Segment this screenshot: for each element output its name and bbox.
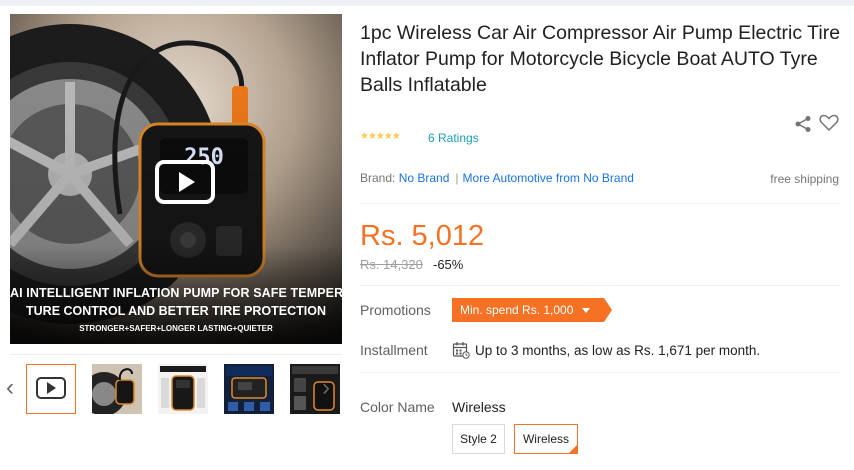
color-option-wireless[interactable]: Wireless (514, 424, 578, 454)
promotions-label: Promotions (360, 302, 431, 318)
divider (360, 285, 840, 286)
color-name-label: Color Name (360, 399, 435, 415)
image-caption-line1: AI INTELLIGENT INFLATION PUMP FOR SAFE T… (10, 286, 342, 300)
divider (360, 372, 840, 373)
installment-label: Installment (360, 342, 428, 358)
image-caption-line3: STRONGER+SAFER+LONGER LASTING+QUIETER (79, 324, 273, 333)
thumbnail-image[interactable] (92, 364, 142, 414)
original-price: Rs. 14,320 (360, 257, 423, 272)
more-from-brand-link[interactable]: More Automotive from No Brand (463, 171, 634, 185)
divider (360, 203, 840, 204)
ratings-link[interactable]: 6 Ratings (428, 131, 479, 145)
chevron-down-icon (582, 308, 590, 313)
brand-separator: | (455, 171, 459, 185)
play-video-button[interactable] (155, 160, 215, 204)
selected-check-corner (569, 445, 577, 453)
thumbnail-next-arrow[interactable]: › (322, 376, 330, 400)
brand-row: Brand: No Brand | More Automotive from No … (360, 171, 634, 185)
video-icon (36, 377, 66, 399)
thumbnail-picture (290, 364, 340, 414)
play-icon (179, 172, 195, 192)
share-icon[interactable] (794, 115, 812, 133)
product-title: 1pc Wireless Car Air Compressor Air Pump… (360, 22, 841, 96)
thumbnail-image[interactable] (158, 364, 208, 414)
shipping-info: free shipping (770, 172, 839, 186)
color-option-style-2[interactable]: Style 2 (452, 424, 505, 454)
thumbnail-prev-arrow[interactable]: ‹ (6, 376, 14, 400)
thumbnail-image[interactable] (290, 364, 340, 414)
rating-stars: ★★★★★ (360, 131, 401, 142)
brand-link[interactable]: No Brand (399, 171, 450, 185)
thumbnail-picture (224, 364, 274, 414)
main-product-image[interactable]: 250 AI INTELLIGENT INFLATION PUMP FOR SA… (10, 14, 342, 344)
top-bar (0, 0, 854, 6)
thumbnail-picture (92, 364, 142, 414)
promotion-badge-text: Min. spend Rs. 1,000 (460, 303, 574, 317)
discount-percent: -65% (433, 257, 464, 272)
current-price: Rs. 5,012 (360, 220, 485, 252)
color-option-label: Wireless (522, 432, 569, 446)
selected-color-value: Wireless (452, 399, 506, 415)
calendar-icon (452, 342, 470, 359)
promotion-badge[interactable]: Min. spend Rs. 1,000 (452, 298, 612, 322)
image-caption-line2: TURE CONTROL AND BETTER TIRE PROTECTION (26, 304, 326, 318)
heart-icon[interactable] (819, 114, 839, 132)
gallery-divider (10, 354, 342, 355)
brand-label: Brand: (360, 171, 396, 185)
thumbnail-picture (158, 364, 208, 414)
installment-text: Up to 3 months, as low as Rs. 1,671 per … (475, 343, 761, 358)
thumbnail-image[interactable] (224, 364, 274, 414)
thumbnail-video[interactable] (26, 364, 76, 414)
